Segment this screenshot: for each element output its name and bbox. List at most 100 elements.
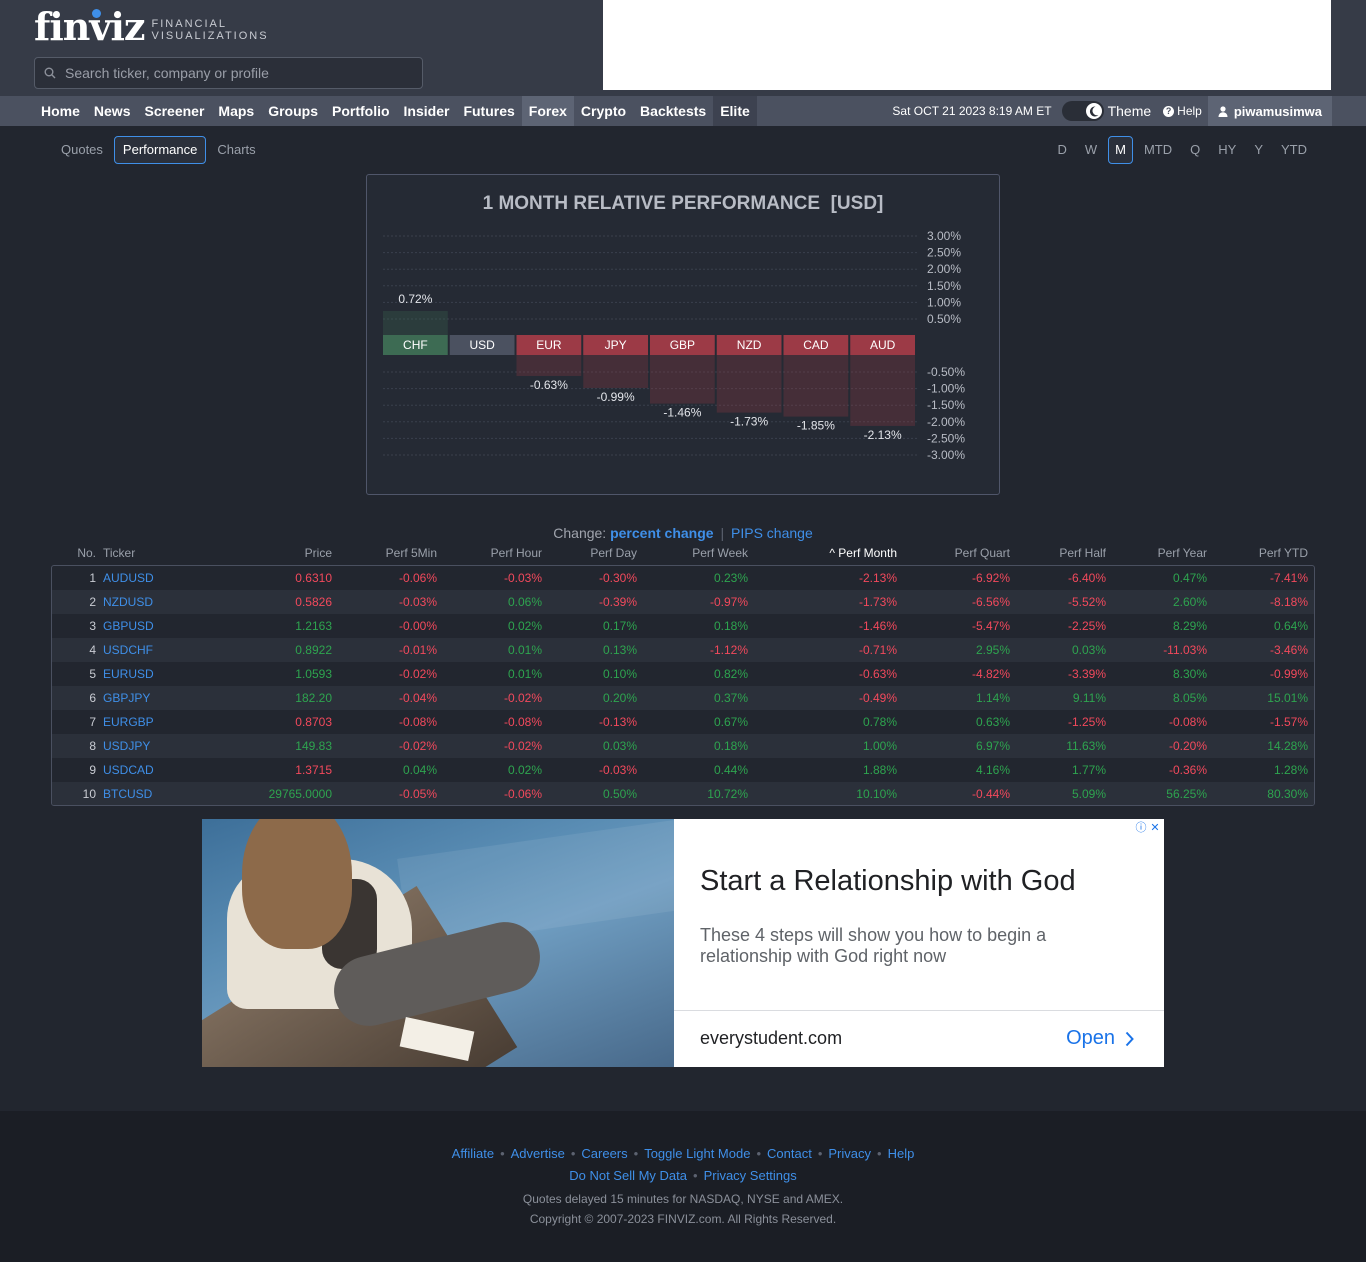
perf-cell: -0.02% [503,739,542,753]
table-row[interactable]: 5 EURUSD 1.0593 -0.02% 0.01% 0.10% 0.82% -0.63%… [52,662,1314,686]
ticker-link[interactable]: AUDUSD [103,571,213,585]
column-header-label: Perf Quart [954,546,1010,560]
nav-item-futures[interactable]: Futures [456,96,521,126]
nav-item-home[interactable]: Home [34,96,87,126]
ad-info-icon[interactable]: ⓘ [1134,821,1148,835]
nav-item-forex[interactable]: Forex [521,96,574,126]
period-mtd[interactable]: MTD [1137,136,1179,164]
table-row[interactable]: 1 AUDUSD 0.6310 -0.06% -0.03% -0.30% 0.23% -2.1… [52,566,1314,590]
period-ytd[interactable]: YTD [1274,136,1314,164]
nav-item-elite[interactable]: Elite [713,96,757,126]
ticker-link[interactable]: GBPJPY [103,691,213,705]
perf-cell: -0.03% [398,595,437,609]
logo-wordmark: finviz [34,3,146,49]
column-header-perf-quart[interactable]: Perf Quart [897,546,1010,560]
theme-label[interactable]: Theme [1108,103,1152,119]
period-d[interactable]: D [1050,136,1073,164]
footer-link-privacy[interactable]: Privacy [828,1146,871,1161]
perf-cell: 1.88% [862,763,897,777]
footer-link-advertise[interactable]: Advertise [511,1146,565,1161]
period-w[interactable]: W [1078,136,1104,164]
column-header-perf-month[interactable]: ^ Perf Month [748,546,897,560]
period-m[interactable]: M [1108,136,1133,164]
footer-link-help[interactable]: Help [888,1146,915,1161]
table-row[interactable]: 4 USDCHF 0.8922 -0.01% 0.01% 0.13% -1.12% -0.71… [52,638,1314,662]
table-row[interactable]: 2 NZDUSD 0.5826 -0.03% 0.06% -0.39% -0.97% -1.7… [52,590,1314,614]
nav-item-maps[interactable]: Maps [211,96,261,126]
perf-cell: -0.13% [598,715,637,729]
column-header-price[interactable]: Price [212,546,332,560]
tab-quotes[interactable]: Quotes [52,136,112,164]
period-y[interactable]: Y [1247,136,1270,164]
top-ad-banner[interactable] [603,0,1331,90]
help-link[interactable]: ? Help [1163,104,1202,118]
percent-change-option[interactable]: percent change [610,525,713,541]
column-header-perf-day[interactable]: Perf Day [542,546,637,560]
footer-link-affiliate[interactable]: Affiliate [452,1146,494,1161]
ticker-link[interactable]: USDCHF [103,643,213,657]
footer-link-toggle-light-mode[interactable]: Toggle Light Mode [644,1146,750,1161]
column-header-perf-5min[interactable]: Perf 5Min [332,546,437,560]
username: piwamusimwa [1233,103,1322,119]
column-header-ticker[interactable]: Ticker [103,546,213,560]
search-input[interactable] [65,65,395,81]
perf-cell: 0.18% [713,619,748,633]
price-cell: 182.20 [295,691,332,705]
tab-performance[interactable]: Performance [113,136,207,164]
perf-cell: 0.82% [713,667,748,681]
ticker-link[interactable]: BTCUSD [103,787,213,801]
column-header-perf-year[interactable]: Perf Year [1106,546,1207,560]
bar [583,355,648,388]
column-header-no[interactable]: No. [52,546,96,560]
table-row[interactable]: 3 GBPUSD 1.2163 -0.00% 0.02% 0.17% 0.18% -1.46%… [52,614,1314,638]
nav-item-screener[interactable]: Screener [137,96,211,126]
nav-item-groups[interactable]: Groups [261,96,325,126]
footer-link-careers[interactable]: Careers [581,1146,627,1161]
nav-item-backtests[interactable]: Backtests [633,96,713,126]
perf-cell: -0.63% [858,667,897,681]
display-ad[interactable]: Start a Relationship with God These 4 st… [202,819,1164,1067]
perf-cell: 10.10% [856,787,897,801]
ticker-link[interactable]: USDCAD [103,763,213,777]
footer-link-contact[interactable]: Contact [767,1146,812,1161]
period-q[interactable]: Q [1183,136,1207,164]
ad-image[interactable] [202,819,674,1067]
pips-change-option[interactable]: PIPS change [731,525,813,541]
footer-copyright: Copyright © 2007-2023 FINVIZ.com. All Ri… [529,1212,837,1226]
ad-open-button[interactable]: Open [1066,1027,1134,1050]
nav-item-news[interactable]: News [87,96,138,126]
ad-domain[interactable]: everystudent.com [700,1028,842,1049]
ad-close-icon[interactable]: ✕ [1148,821,1162,835]
ticker-link[interactable]: NZDUSD [103,595,213,609]
link-separator: • [500,1146,505,1161]
ad-choices[interactable]: ⓘ ✕ [1134,821,1162,835]
column-header-perf-half[interactable]: Perf Half [1010,546,1106,560]
ticker-link[interactable]: USDJPY [103,739,213,753]
ad-title[interactable]: Start a Relationship with God [700,865,1076,898]
finviz-logo[interactable]: finviz FINANCIAL VISUALIZATIONS [34,3,269,49]
table-row[interactable]: 10 BTCUSD 29765.0000 -0.05% -0.06% 0.50% 10.72… [52,782,1314,805]
column-header-perf-ytd[interactable]: Perf YTD [1207,546,1308,560]
column-header-perf-week[interactable]: Perf Week [637,546,748,560]
theme-toggle[interactable] [1061,101,1104,121]
perf-cell: -0.71% [858,643,897,657]
ad-description[interactable]: These 4 steps will show you how to begin… [700,925,1080,967]
footer-link-do-not-sell-my-data[interactable]: Do Not Sell My Data [569,1168,687,1183]
category-label: NZD [737,338,762,352]
table-row[interactable]: 9 USDCAD 1.3715 0.04% 0.02% -0.03% 0.44% 1.88% 4… [52,758,1314,782]
column-header-perf-hour[interactable]: Perf Hour [437,546,542,560]
table-row[interactable]: 6 GBPJPY 182.20 -0.04% -0.02% 0.20% 0.37% -0.49… [52,686,1314,710]
tab-charts[interactable]: Charts [208,136,264,164]
nav-item-portfolio[interactable]: Portfolio [325,96,397,126]
ticker-link[interactable]: GBPUSD [103,619,213,633]
search-box[interactable] [34,57,423,89]
footer-link-privacy-settings[interactable]: Privacy Settings [704,1168,797,1183]
nav-item-crypto[interactable]: Crypto [574,96,633,126]
user-menu[interactable]: piwamusimwa [1207,96,1332,126]
period-hy[interactable]: HY [1211,136,1243,164]
ticker-link[interactable]: EURUSD [103,667,213,681]
table-row[interactable]: 7 EURGBP 0.8703 -0.08% -0.08% -0.13% 0.67% 0.78… [52,710,1314,734]
nav-item-insider[interactable]: Insider [397,96,457,126]
table-row[interactable]: 8 USDJPY 149.83 -0.02% -0.02% 0.03% 0.18% 1.00%… [52,734,1314,758]
ticker-link[interactable]: EURGBP [103,715,213,729]
